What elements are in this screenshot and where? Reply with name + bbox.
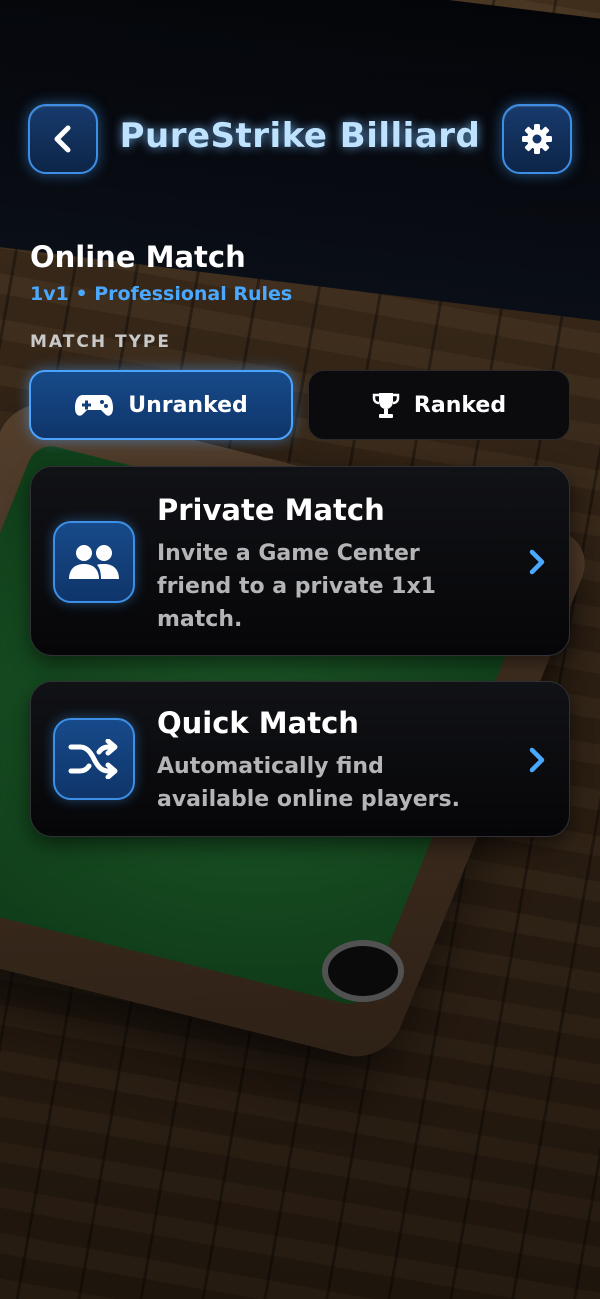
private-match-title: Private Match [157, 493, 385, 527]
chevron-right-icon [529, 747, 545, 773]
app-title: PureStrike Billiard [119, 116, 481, 156]
section-title: Online Match [30, 240, 246, 274]
private-match-card[interactable]: Private Match Invite a Game Center frien… [30, 466, 570, 656]
settings-button[interactable] [502, 104, 572, 174]
quick-match-card[interactable]: Quick Match Automatically find available… [30, 681, 570, 837]
back-button[interactable] [28, 104, 98, 174]
gamepad-icon [75, 395, 114, 416]
unranked-label: Unranked [128, 392, 248, 418]
ranked-button[interactable]: Ranked [308, 370, 570, 440]
match-type-label: MATCH TYPE [30, 332, 171, 352]
trophy-icon [372, 393, 400, 418]
quick-match-description: Automatically find available online play… [157, 754, 460, 812]
shuffle-icon [68, 739, 118, 779]
quick-match-title: Quick Match [157, 706, 359, 740]
chevron-left-icon [54, 125, 71, 153]
people-icon [69, 545, 119, 579]
unranked-button[interactable]: Unranked [29, 370, 293, 440]
private-match-description: Invite a Game Center friend to a private… [157, 541, 436, 632]
ranked-label: Ranked [413, 392, 507, 418]
gear-icon [522, 124, 552, 154]
section-subtitle: 1v1 • Professional Rules [30, 283, 293, 305]
header: PureStrike Billiard [0, 104, 600, 176]
shuffle-icon-tile [53, 718, 135, 800]
people-icon-tile [53, 521, 135, 603]
chevron-right-icon [529, 549, 545, 575]
